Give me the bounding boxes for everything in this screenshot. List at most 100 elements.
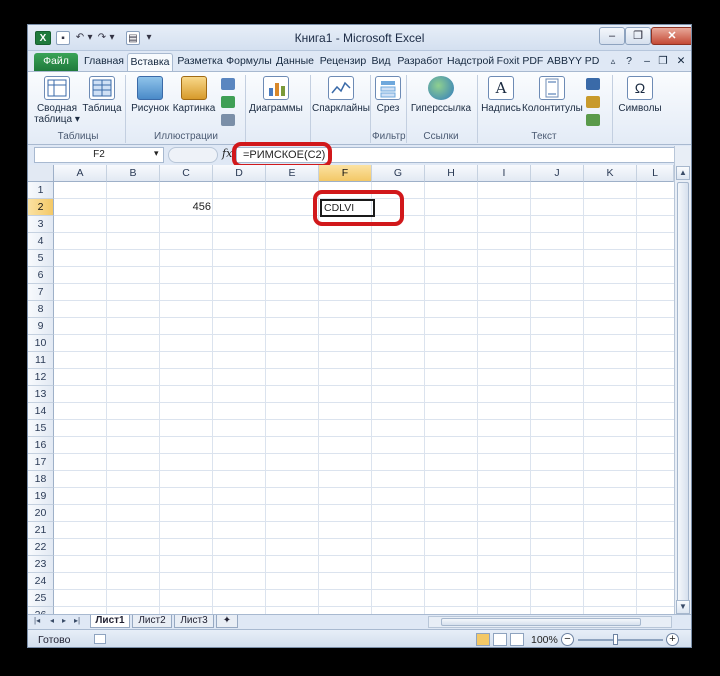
row-header-21[interactable]: 21	[28, 522, 54, 539]
scroll-down-icon[interactable]: ▼	[676, 600, 690, 614]
row-header-1[interactable]: 1	[28, 182, 54, 199]
row-header-6[interactable]: 6	[28, 267, 54, 284]
worksheet-grid[interactable]: ABCDEFGHIJKL 1 2 3 4 5 6 7 8 9 10 11 12 13 14 15 16 17 18…	[28, 165, 690, 624]
zoom-out-button[interactable]: −	[561, 633, 574, 646]
header-footer-button[interactable]: Колонтитулы	[522, 76, 583, 114]
vertical-scrollbar[interactable]: ▲ ▼	[674, 146, 691, 614]
doc-minimize-icon[interactable]: –	[640, 53, 654, 71]
macro-record-icon[interactable]	[94, 634, 106, 644]
sheet-tab-3[interactable]: Лист3	[174, 615, 214, 628]
tab-review[interactable]: Рецензир	[318, 53, 368, 71]
zoom-level[interactable]: 100%	[531, 634, 558, 646]
row-header-25[interactable]: 25	[28, 590, 54, 607]
column-header-f[interactable]: F	[319, 165, 372, 182]
vertical-scroll-thumb[interactable]	[677, 182, 689, 602]
minimize-button[interactable]: –	[599, 27, 625, 45]
charts-button[interactable]: Диаграммы	[248, 76, 304, 114]
tab-developer[interactable]: Разработ	[395, 53, 445, 71]
row-header-9[interactable]: 9	[28, 318, 54, 335]
row-header-8[interactable]: 8	[28, 301, 54, 318]
insert-function-icon[interactable]: fx	[222, 147, 232, 160]
tab-addins[interactable]: Надстрой	[447, 53, 494, 71]
tab-view[interactable]: Вид	[369, 53, 393, 71]
formula-input[interactable]: =РИМСКОЕ(C2)	[236, 147, 676, 163]
row-header-4[interactable]: 4	[28, 233, 54, 250]
horizontal-scrollbar[interactable]	[428, 616, 672, 628]
column-header-i[interactable]: I	[478, 165, 531, 182]
name-box[interactable]: F2	[34, 147, 164, 163]
prev-sheet-icon[interactable]: ◂	[50, 616, 54, 625]
row-header-13[interactable]: 13	[28, 386, 54, 403]
column-header-g[interactable]: G	[372, 165, 425, 182]
cell-c2[interactable]: 456	[161, 199, 211, 216]
textbox-button[interactable]: A Надпись	[480, 76, 522, 114]
tab-home[interactable]: Главная	[82, 53, 126, 71]
row-header-2[interactable]: 2	[28, 199, 54, 216]
picture-button[interactable]: Рисунок	[128, 76, 172, 114]
zoom-slider[interactable]	[578, 639, 663, 641]
doc-close-icon[interactable]: ✕	[674, 53, 688, 71]
close-button[interactable]: ✕	[651, 27, 691, 45]
row-header-15[interactable]: 15	[28, 420, 54, 437]
tab-file[interactable]: Файл	[34, 53, 78, 71]
hyperlink-button[interactable]: Гиперссылка	[408, 76, 474, 114]
column-header-l[interactable]: L	[637, 165, 674, 182]
last-sheet-icon[interactable]: ▸|	[74, 616, 80, 625]
sheet-tab-1[interactable]: Лист1	[90, 615, 130, 628]
tab-foxit-pdf[interactable]: Foxit PDF	[495, 53, 545, 71]
horizontal-scroll-thumb[interactable]	[441, 618, 641, 626]
zoom-in-button[interactable]: +	[666, 633, 679, 646]
row-header-17[interactable]: 17	[28, 454, 54, 471]
column-header-a[interactable]: A	[54, 165, 107, 182]
row-header-10[interactable]: 10	[28, 335, 54, 352]
row-header-24[interactable]: 24	[28, 573, 54, 590]
page-break-view-button[interactable]	[510, 633, 524, 646]
sheet-tab-2[interactable]: Лист2	[132, 615, 172, 628]
first-sheet-icon[interactable]: |◂	[34, 616, 40, 625]
symbols-button[interactable]: Ω Символы	[616, 76, 664, 114]
wordart-icon[interactable]	[586, 78, 600, 90]
zoom-slider-thumb[interactable]	[613, 634, 618, 645]
row-header-19[interactable]: 19	[28, 488, 54, 505]
signature-line-icon[interactable]	[586, 96, 600, 108]
column-header-d[interactable]: D	[213, 165, 266, 182]
tab-abbyy-pdf[interactable]: ABBYY PD	[547, 53, 599, 71]
object-icon[interactable]	[586, 114, 600, 126]
row-header-16[interactable]: 16	[28, 437, 54, 454]
slicer-button[interactable]: Срез	[372, 76, 404, 114]
row-header-12[interactable]: 12	[28, 369, 54, 386]
column-header-b[interactable]: B	[107, 165, 160, 182]
screenshot-icon[interactable]	[221, 114, 235, 126]
column-header-h[interactable]: H	[425, 165, 478, 182]
column-header-k[interactable]: K	[584, 165, 637, 182]
normal-view-button[interactable]	[476, 633, 490, 646]
shapes-icon[interactable]	[221, 78, 235, 90]
restore-button[interactable]: ❐	[625, 27, 651, 45]
tab-page-layout[interactable]: Разметка	[175, 53, 225, 71]
row-header-14[interactable]: 14	[28, 403, 54, 420]
scroll-up-icon[interactable]: ▲	[676, 166, 690, 180]
cell-f2-active[interactable]: CDLVI	[320, 199, 375, 217]
table-button[interactable]: Таблица	[82, 76, 122, 114]
doc-restore-icon[interactable]: ❐	[656, 53, 670, 71]
column-header-c[interactable]: C	[160, 165, 213, 182]
column-header-e[interactable]: E	[266, 165, 319, 182]
tab-data[interactable]: Данные	[274, 53, 316, 71]
tab-formulas[interactable]: Формулы	[226, 53, 272, 71]
next-sheet-icon[interactable]: ▸	[62, 616, 66, 625]
name-box-dropdown-icon[interactable]: ▾	[154, 148, 159, 159]
minimize-ribbon-icon[interactable]: ▵	[606, 53, 620, 71]
row-header-3[interactable]: 3	[28, 216, 54, 233]
clipart-button[interactable]: Картинка	[172, 76, 216, 114]
page-layout-view-button[interactable]	[493, 633, 507, 646]
row-header-18[interactable]: 18	[28, 471, 54, 488]
row-header-7[interactable]: 7	[28, 284, 54, 301]
insert-sheet-icon[interactable]: ✦	[216, 615, 238, 628]
row-header-11[interactable]: 11	[28, 352, 54, 369]
row-header-5[interactable]: 5	[28, 250, 54, 267]
row-header-23[interactable]: 23	[28, 556, 54, 573]
select-all-corner[interactable]	[28, 165, 54, 182]
smartart-icon[interactable]	[221, 96, 235, 108]
column-header-j[interactable]: J	[531, 165, 584, 182]
sparklines-button[interactable]: Спарклайны	[312, 76, 370, 114]
